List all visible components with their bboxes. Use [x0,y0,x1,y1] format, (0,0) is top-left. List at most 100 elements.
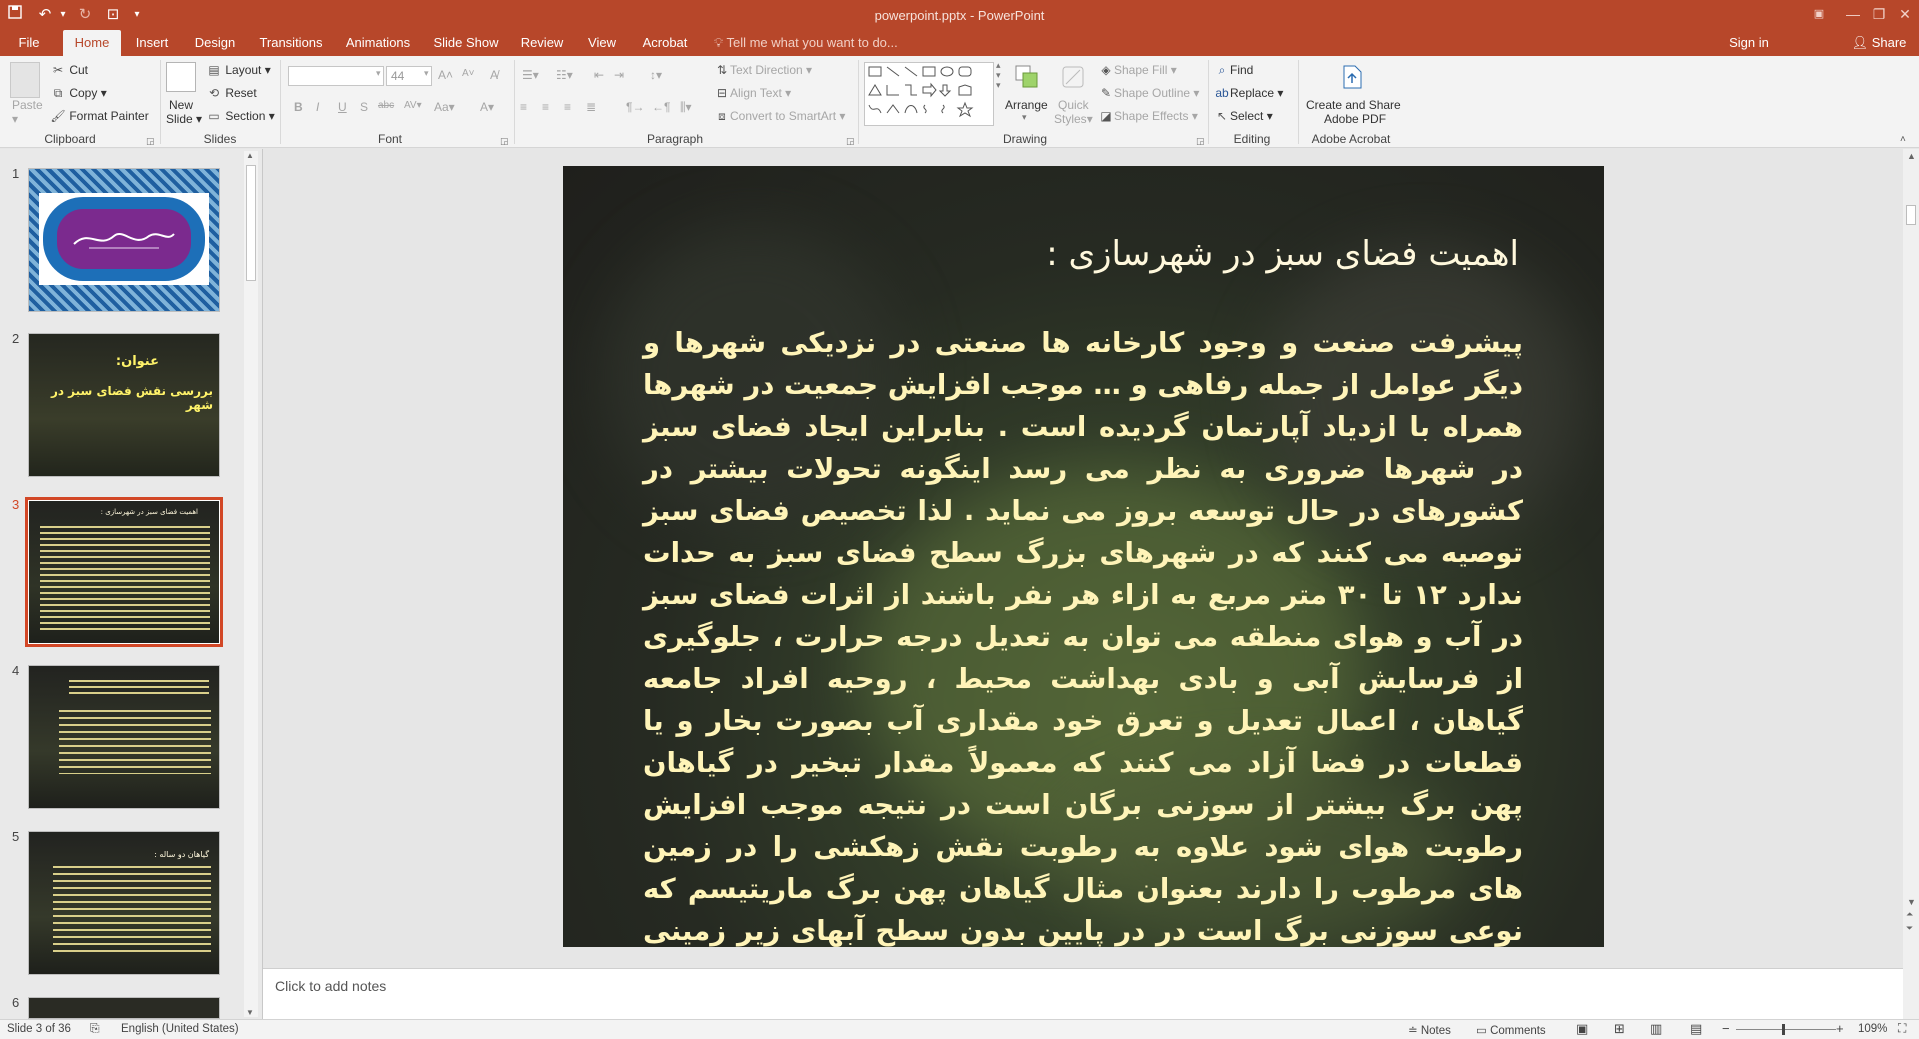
shapes-scroll-icon[interactable]: ▴ ▾ ▾ [996,60,1001,90]
share-button[interactable]: 👤︎ Share [1850,30,1908,56]
paste-button[interactable]: Paste [12,98,43,112]
line-spacing-icon[interactable]: ↕▾ [650,68,662,82]
tab-slide-show[interactable]: Slide Show [432,30,500,56]
change-case-icon[interactable]: Aa▾ [434,100,455,114]
zoom-out-icon[interactable]: − [1722,1021,1730,1036]
bullets-icon[interactable]: ☰▾ [522,68,539,82]
arrange-button[interactable]: Arrange [1005,98,1048,112]
columns-icon[interactable]: ⫼▾ [680,100,692,115]
create-share-pdf-button-line2[interactable]: Adobe PDF [1324,112,1386,126]
tab-transitions[interactable]: Transitions [256,30,326,56]
scroll-up-icon[interactable]: ▲ [246,151,254,160]
editor-scroll-thumb[interactable] [1906,205,1916,225]
copy-button[interactable]: ⧉ Copy ▾ [50,86,107,101]
spell-check-icon[interactable]: ⎘ [90,1021,100,1036]
notes-pane[interactable]: Click to add notes [263,968,1903,1020]
thumbnails-scrollbar[interactable]: ▲ ▼ [244,151,258,1017]
justify-icon[interactable]: ≣ [586,100,596,114]
replace-button[interactable]: abReplace ▾ [1214,86,1283,100]
previous-slide-icon[interactable]: ⏶ [1906,909,1913,920]
scroll-down-icon[interactable]: ▼ [1907,897,1916,907]
shape-fill-button[interactable]: ◈ Shape Fill ▾ [1098,63,1176,77]
thumbnails-scroll-thumb[interactable] [246,165,256,281]
right-to-left-icon[interactable]: ←¶ [652,100,670,114]
quick-styles-button-line2[interactable]: Styles▾ [1054,112,1093,126]
strikethrough-icon[interactable]: abc [378,100,394,111]
text-direction-button[interactable]: ⇅ Text Direction ▾ [714,63,812,77]
layout-button[interactable]: ▤ Layout ▾ [206,63,270,77]
slide-thumbnail-2[interactable]: عنوان: بررسی نقش فضای سبز در شهر [28,333,220,477]
slide-title[interactable]: اهمیت فضای سبز در شهرسازی : [1046,234,1519,274]
normal-view-icon[interactable]: ▣ [1576,1021,1588,1037]
tab-acrobat[interactable]: Acrobat [638,30,692,56]
zoom-in-icon[interactable]: + [1836,1021,1844,1036]
slide-thumbnail-6[interactable] [28,997,220,1019]
font-color-icon[interactable]: A▾ [480,100,494,114]
slide-thumbnail-3[interactable]: اهمیت فضای سبز در شهرسازی : [25,497,223,647]
arrange-icon[interactable] [1014,64,1040,90]
comments-toggle[interactable]: ▭ Comments [1476,1023,1546,1037]
align-text-button[interactable]: ⊟ Align Text ▾ [714,86,791,100]
tab-insert[interactable]: Insert [130,30,174,56]
decrease-font-size-icon[interactable]: A˅ [462,68,475,79]
clear-formatting-icon[interactable]: A̸ [490,68,498,82]
reset-button[interactable]: ⟲ Reset [206,86,257,100]
new-slide-button-line1[interactable]: New [169,98,193,112]
reading-view-icon[interactable]: ▥ [1650,1021,1662,1037]
numbering-icon[interactable]: ☷▾ [556,68,573,82]
section-button[interactable]: ▭ Section ▾ [206,109,274,123]
sign-in-link[interactable]: Sign in [1722,30,1776,56]
slide-thumbnail-4[interactable] [28,665,220,809]
format-painter-button[interactable]: 🖌︎ Format Painter [50,109,148,123]
slide-body-text[interactable]: پیشرفت صنعت و وجود کارخانه ها صنعتی در ن… [643,322,1523,947]
character-spacing-icon[interactable]: AV▾ [404,100,422,111]
font-size-dropdown-icon[interactable]: ▾ [424,68,429,79]
font-launcher-icon[interactable]: ◲ [500,136,509,147]
tell-me-search[interactable]: 💡︎ Tell me what you want to do... [714,30,904,56]
text-shadow-icon[interactable]: S [360,100,368,114]
scroll-down-icon[interactable]: ▼ [246,1008,254,1017]
zoom-slider[interactable] [1736,1029,1836,1030]
paste-dropdown-icon[interactable]: ▾ [12,112,18,126]
select-button[interactable]: ↖ Select ▾ [1214,109,1273,123]
slide-canvas[interactable]: اهمیت فضای سبز در شهرسازی : پیشرفت صنعت … [563,166,1604,947]
slide-thumbnail-5[interactable]: گیاهان دو ساله : [28,831,220,975]
paragraph-launcher-icon[interactable]: ◲ [846,136,855,147]
collapse-ribbon-icon[interactable]: ˄ [1900,134,1906,145]
tab-file[interactable]: File [8,30,50,56]
slide-thumbnail-1[interactable] [28,168,220,312]
shapes-gallery[interactable] [864,62,994,126]
clipboard-launcher-icon[interactable]: ◲ [146,136,155,147]
align-center-icon[interactable]: ≡ [542,100,549,114]
quick-styles-button-line1[interactable]: Quick [1058,98,1089,112]
shape-effects-button[interactable]: ◪ Shape Effects ▾ [1098,109,1198,123]
font-name-dropdown-icon[interactable]: ▾ [376,68,381,79]
find-button[interactable]: ⌕ Find [1214,63,1254,78]
increase-indent-icon[interactable]: ⇥ [614,68,624,82]
language-indicator[interactable]: English (United States) [121,1023,239,1035]
editor-scrollbar[interactable]: ▲ ▼ ⏶ ⏷ [1903,149,1919,1019]
create-share-pdf-button-line1[interactable]: Create and Share [1306,98,1401,112]
fit-to-window-icon[interactable]: ⛶ [1898,1021,1906,1036]
new-slide-button-line2[interactable]: Slide ▾ [166,112,202,126]
tab-review[interactable]: Review [518,30,566,56]
notes-placeholder[interactable]: Click to add notes [275,978,386,994]
convert-to-smartart-button[interactable]: ⧈ Convert to SmartArt ▾ [714,109,845,124]
left-to-right-icon[interactable]: ¶→ [626,100,644,114]
arrange-dropdown-icon[interactable]: ▾ [1022,112,1027,123]
slide-sorter-icon[interactable]: ⊞ [1614,1021,1625,1037]
close-icon[interactable]: ✕ [1882,0,1919,30]
notes-toggle[interactable]: ≐ Notes [1408,1023,1451,1037]
scroll-up-icon[interactable]: ▲ [1907,151,1916,161]
cut-button[interactable]: ✂ Cut [50,63,88,77]
underline-icon[interactable]: U [338,100,347,114]
quick-styles-icon[interactable] [1060,64,1086,90]
zoom-slider-thumb[interactable] [1782,1024,1785,1035]
new-slide-icon[interactable] [166,62,196,92]
zoom-level[interactable]: 109% [1858,1023,1887,1035]
drawing-launcher-icon[interactable]: ◲ [1196,136,1205,147]
next-slide-icon[interactable]: ⏷ [1906,923,1913,934]
align-left-icon[interactable]: ≡ [520,100,527,114]
shape-outline-button[interactable]: ✎ Shape Outline ▾ [1098,86,1199,100]
tab-design[interactable]: Design [190,30,240,56]
